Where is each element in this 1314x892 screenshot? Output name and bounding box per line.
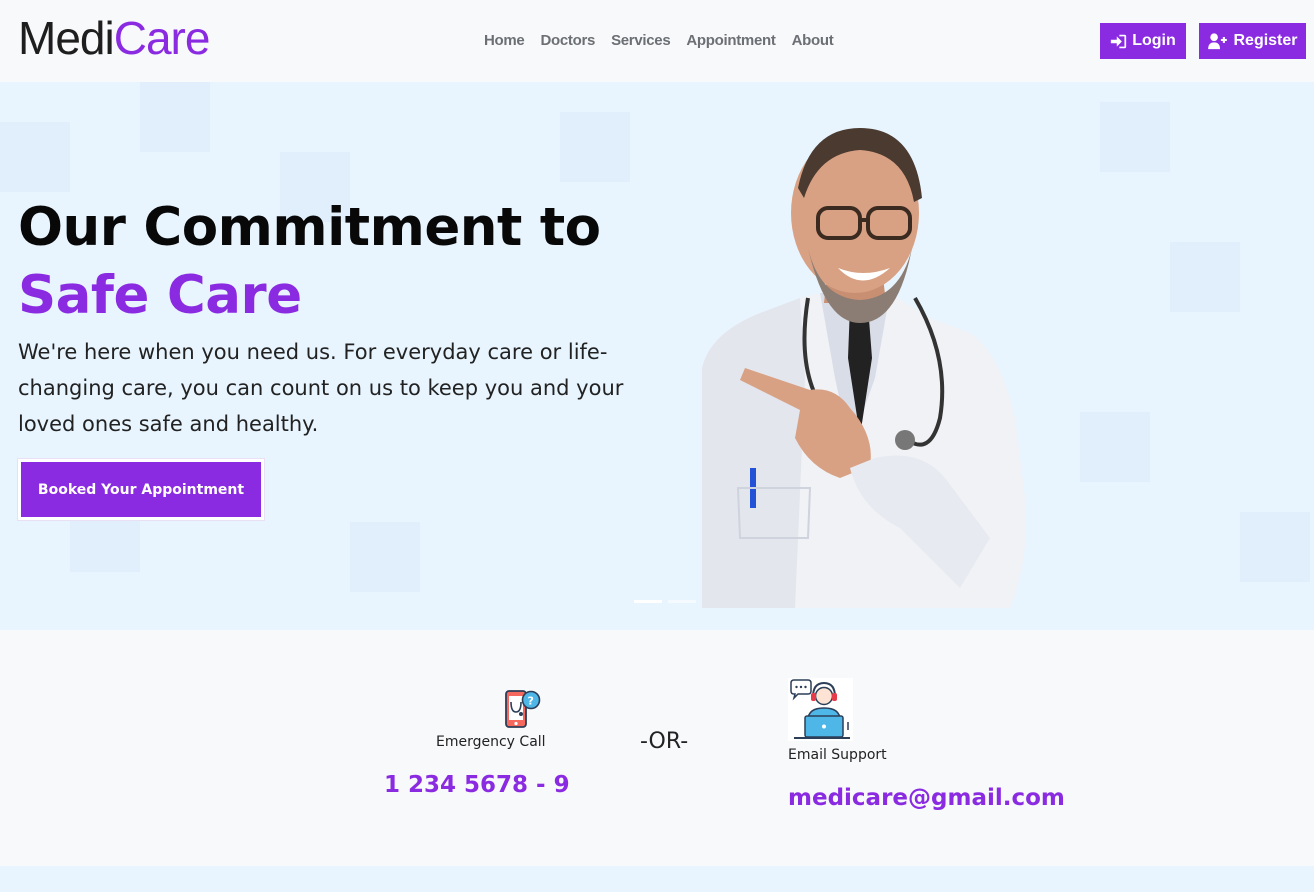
svg-text:?: ? (528, 695, 534, 708)
brand-logo[interactable]: MediCare (18, 10, 211, 66)
nav-link-home[interactable]: Home (476, 30, 532, 52)
book-appointment-button[interactable]: Booked Your Appointment (18, 459, 264, 520)
carousel-indicators (634, 600, 696, 603)
carousel-indicator-2[interactable] (668, 600, 696, 603)
mobile-medical-call-icon: ? (505, 690, 541, 728)
register-button-label: Register (1233, 32, 1298, 49)
doctor-image (702, 128, 1026, 608)
carousel-indicator-1[interactable] (634, 600, 662, 603)
email-support-label: Email Support (788, 747, 887, 763)
hero-title-highlight: Safe Care (18, 265, 302, 326)
hero-title: Our Commitment to Safe Care (18, 194, 601, 330)
support-email-address[interactable]: medicare@gmail.com (788, 784, 1065, 812)
next-section-edge (0, 866, 1314, 892)
emergency-call-label: Emergency Call (436, 734, 546, 750)
register-button[interactable]: Register (1199, 23, 1306, 59)
navbar: MediCare Home Doctors Services Appointme… (0, 0, 1314, 82)
emergency-phone-number[interactable]: 1 234 5678 - 9 (384, 771, 570, 799)
or-separator: -OR- (640, 729, 689, 754)
nav-link-services[interactable]: Services (603, 30, 678, 52)
user-plus-icon (1208, 32, 1228, 49)
login-button[interactable]: Login (1100, 23, 1186, 59)
brand-logo-part2: Care (113, 12, 211, 64)
login-button-label: Login (1132, 32, 1176, 49)
nav-link-about[interactable]: About (784, 30, 842, 52)
brand-logo-part1: Medi (18, 12, 115, 64)
main-nav: Home Doctors Services Appointment About (476, 30, 841, 52)
nav-link-doctors[interactable]: Doctors (532, 30, 603, 52)
support-agent-laptop-icon (788, 678, 853, 741)
nav-link-appointment[interactable]: Appointment (678, 30, 783, 52)
hero-title-line1: Our Commitment to (18, 197, 601, 258)
hero-banner: Our Commitment to Safe Care We're here w… (0, 82, 1314, 630)
sign-in-icon (1111, 34, 1127, 48)
hero-description: We're here when you need us. For everyda… (18, 340, 624, 436)
